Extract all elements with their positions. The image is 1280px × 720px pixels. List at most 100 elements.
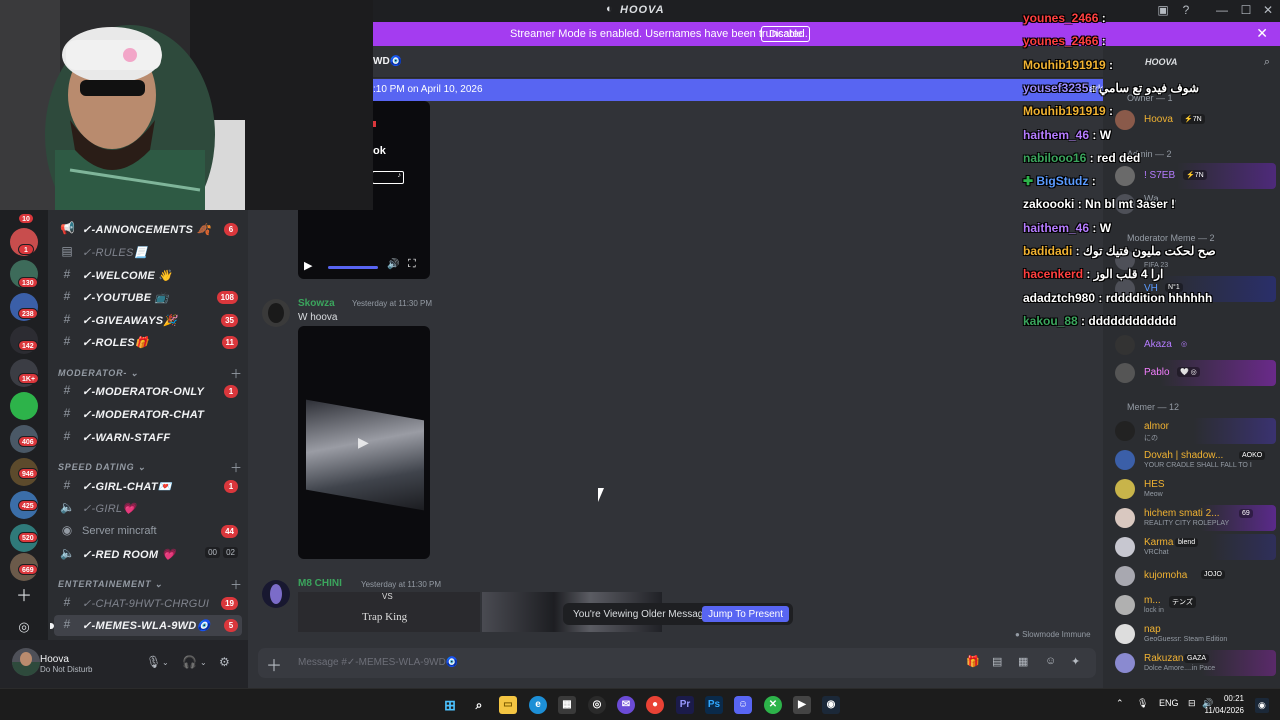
discover-icon[interactable]: ◎ xyxy=(12,615,36,639)
language-indicator[interactable]: ENG xyxy=(1159,698,1179,708)
apps-icon[interactable]: ✦ xyxy=(1071,655,1080,668)
microphone-icon[interactable]: 🎙 xyxy=(146,655,161,669)
unread-badge: 44 xyxy=(221,525,238,538)
fullscreen-icon[interactable]: ⛶ xyxy=(408,258,416,271)
steam-icon[interactable]: ◉ xyxy=(822,696,840,714)
channel-rules[interactable]: ▤ ✓-RULES📃 xyxy=(54,242,242,263)
channel-memes[interactable]: # ✓-MEMES-WLA-9WD🧿 5 xyxy=(50,615,242,636)
file-explorer-icon[interactable]: ▭ xyxy=(499,696,517,714)
new-messages-bar[interactable]: :10 PM on April 10, 2026 Mark xyxy=(373,79,1103,101)
link-embed[interactable]: VS Trap King xyxy=(298,592,480,632)
avatar[interactable] xyxy=(12,648,40,676)
channel-welcome[interactable]: # ✓-WELCOME 👋 xyxy=(54,265,242,286)
add-channel-icon[interactable]: ＋ xyxy=(230,365,242,382)
store-icon[interactable]: ▦ xyxy=(558,696,576,714)
member-name: HES xyxy=(1144,479,1165,490)
slowmode-indicator: ● Slowmode Immune xyxy=(1015,630,1091,639)
server-icon[interactable] xyxy=(10,392,38,420)
message-author[interactable]: Skowza xyxy=(298,298,335,309)
gift-icon[interactable]: 🎁 xyxy=(966,655,980,668)
member-item[interactable]: m... テンズ lock in xyxy=(1111,592,1276,618)
disable-streamer-mode-button[interactable]: Disable xyxy=(761,26,811,42)
clock[interactable]: 00:21 11/04/2026 xyxy=(1205,693,1244,717)
channel-warn-staff[interactable]: # ✓-WARN-STAFF xyxy=(54,427,242,448)
play-icon[interactable]: ▶ xyxy=(358,434,369,451)
search-icon[interactable]: ⌕ xyxy=(470,696,488,714)
channel-label: ✓-CHAT-9HWT-CHRGUI xyxy=(82,598,210,610)
maximize-button[interactable]: ☐ xyxy=(1236,3,1256,17)
channel-server-mincraft[interactable]: ◉ Server mincraft 44 xyxy=(54,521,242,542)
channel-girl-voice[interactable]: 🔈 ✓-GIRL💗 xyxy=(54,498,242,519)
message-author[interactable]: M8 CHINI xyxy=(298,578,342,589)
steam-tray-icon[interactable]: ◉ xyxy=(1255,698,1269,713)
member-item[interactable]: Hoova ⚡7N xyxy=(1111,107,1276,133)
message-timestamp: Yesterday at 11:30 PM xyxy=(361,580,442,589)
headphones-icon[interactable]: 🎧 xyxy=(182,655,197,669)
settings-gear-icon[interactable]: ⚙ xyxy=(219,655,230,669)
channel-announcements[interactable]: 📢 ✓-ANNONCEMENTS 🍂 6 xyxy=(54,219,242,240)
member-item[interactable]: ! S7EB ⚡7N xyxy=(1111,163,1276,189)
video-embed-2[interactable]: ▶ xyxy=(298,326,430,559)
xbox-icon[interactable]: ✕ xyxy=(764,696,782,714)
member-item[interactable]: HES Meow xyxy=(1111,476,1276,502)
member-item[interactable]: hichem smati 2... 69 REALITY CITY ROLEPL… xyxy=(1111,505,1276,531)
member-item[interactable]: Rakuzan GAZA Dolce Amore....in Pace xyxy=(1111,650,1276,676)
edge-icon[interactable]: e xyxy=(529,696,547,714)
member-item[interactable]: almor にの xyxy=(1111,418,1276,444)
emoji-icon[interactable]: ☺ xyxy=(1045,655,1056,667)
add-channel-icon[interactable]: ＋ xyxy=(230,576,242,593)
member-item[interactable]: Pablo 🤍 ◎ xyxy=(1111,360,1276,386)
channel-red-room[interactable]: 🔈 ✓-RED ROOM 💗 00 02 xyxy=(54,544,242,565)
avatar[interactable] xyxy=(262,580,290,608)
channel-giveaways[interactable]: # ✓-GIVEAWAYS🎉 35 xyxy=(54,310,242,331)
premiere-icon[interactable]: Pr xyxy=(676,696,694,714)
chrome-icon[interactable]: ● xyxy=(646,696,664,714)
avatar[interactable] xyxy=(262,299,290,327)
member-item[interactable]: Dovah | shadow... AOKO YOUR CRADLE SHALL… xyxy=(1111,447,1276,473)
channel-moderator-only[interactable]: # ✓-MODERATOR-ONLY 1 xyxy=(54,381,242,402)
windows-start-icon[interactable]: ⊞ xyxy=(441,696,459,714)
help-icon[interactable]: ? xyxy=(1176,3,1196,17)
username[interactable]: Hoova xyxy=(40,654,69,665)
message-input[interactable]: Message #✓-MEMES-WLA-9WD🧿 xyxy=(298,657,458,668)
upload-plus-icon[interactable]: ＋ xyxy=(266,652,282,676)
minimize-button[interactable]: — xyxy=(1212,3,1232,17)
close-window-button[interactable]: ✕ xyxy=(1258,3,1278,17)
category-speed-dating[interactable]: SPEED DATING ⌄ xyxy=(58,462,146,473)
sticker-icon[interactable]: ▦ xyxy=(1018,655,1028,668)
gif-icon[interactable]: ▤ xyxy=(992,655,1002,668)
app-icon[interactable]: ◎ xyxy=(588,696,606,714)
video-progress-bar[interactable] xyxy=(328,266,378,269)
avatar xyxy=(1115,624,1135,644)
channel-girl-chat[interactable]: # ✓-GIRL-CHAT💌 1 xyxy=(54,476,242,497)
search-icon[interactable]: ⌕ xyxy=(1264,56,1270,69)
media-player-icon[interactable]: ▶ xyxy=(793,696,811,714)
channel-chat-9hwt[interactable]: # ✓-CHAT-9HWT-CHRGUI 19 xyxy=(54,593,242,614)
member-item[interactable]: nap GeoGuessr: Steam Edition xyxy=(1111,621,1276,647)
messenger-icon[interactable]: ✉ xyxy=(617,696,635,714)
volume-icon[interactable]: 🔊 xyxy=(387,259,399,270)
message-composer[interactable]: ＋ Message #✓-MEMES-WLA-9WD🧿 🎁 ▤ ▦ ☺ ✦ xyxy=(258,648,1096,678)
member-item[interactable]: kujomoha JOJO xyxy=(1111,563,1276,589)
inbox-icon[interactable]: ▣ xyxy=(1153,3,1173,17)
jump-to-present-button[interactable]: Jump To Present xyxy=(702,606,789,622)
channel-moderator-chat[interactable]: # ✓-MODERATOR-CHAT xyxy=(54,404,242,425)
channel-label: ✓-MODERATOR-CHAT xyxy=(82,409,205,421)
network-icon[interactable]: ⊟ xyxy=(1188,698,1196,709)
add-channel-icon[interactable]: ＋ xyxy=(230,459,242,476)
chevron-down-icon[interactable]: ⌄ xyxy=(162,658,169,667)
channel-youtube[interactable]: # ✓-YOUTUBE 📺 108 xyxy=(54,287,242,308)
member-item[interactable]: Akaza ◎ xyxy=(1111,332,1276,358)
chevron-down-icon[interactable]: ⌄ xyxy=(200,658,207,667)
channel-roles[interactable]: # ✓-ROLES🎁 11 xyxy=(54,332,242,353)
play-icon[interactable]: ▶ xyxy=(304,259,312,272)
discord-icon[interactable]: ☺ xyxy=(734,696,752,714)
add-server-icon[interactable]: ＋ xyxy=(12,585,36,609)
tray-chevron-icon[interactable]: ⌃ xyxy=(1116,698,1124,709)
category-moderator[interactable]: MODERATOR- ⌄ xyxy=(58,368,139,379)
photoshop-icon[interactable]: Ps xyxy=(705,696,723,714)
close-banner-icon[interactable]: ✕ xyxy=(1256,25,1268,42)
microphone-icon[interactable]: 🎙 xyxy=(1137,698,1148,709)
member-item[interactable]: Karma blend VRChat xyxy=(1111,534,1276,560)
category-entertainement[interactable]: ENTERTAINEMENT ⌄ xyxy=(58,579,163,590)
